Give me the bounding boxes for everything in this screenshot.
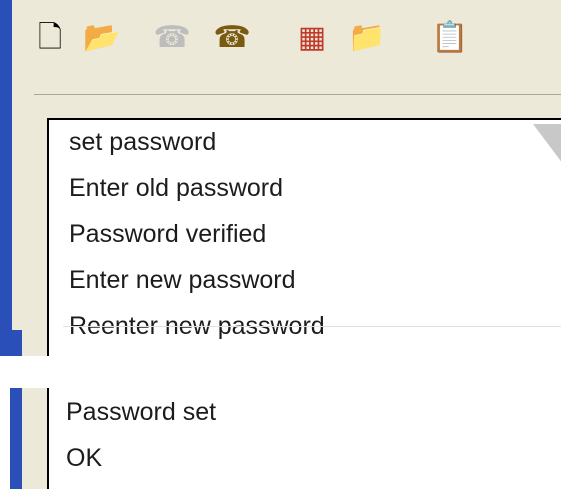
- window-left-edge: [0, 0, 12, 78]
- lower-list-border: [47, 388, 49, 489]
- lower-left-gray: [22, 388, 47, 489]
- list-separator: [63, 326, 561, 327]
- open-folder-icon[interactable]: 📂: [80, 16, 124, 60]
- properties-icon[interactable]: 📋: [428, 16, 472, 60]
- password-log-list[interactable]: set password Enter old password Password…: [47, 118, 561, 356]
- resize-corner: [533, 124, 561, 164]
- disabled-dial-icon: ☎: [153, 21, 191, 54]
- list-item: Password verified: [69, 220, 267, 248]
- new-document-icon[interactable]: 🗋: [28, 16, 72, 60]
- grid-document-icon[interactable]: ▦: [290, 16, 334, 60]
- lower-left-edge: [10, 388, 22, 489]
- phone-icon[interactable]: ☎: [210, 16, 254, 60]
- list-item: set password: [69, 128, 217, 156]
- list-item: Enter new password: [69, 266, 296, 294]
- list-item: Enter old password: [69, 174, 284, 202]
- left-edge-segment: [10, 330, 22, 356]
- frame-divider: [34, 94, 561, 95]
- left-edge-gray: [22, 330, 47, 356]
- list-item: OK: [66, 444, 103, 472]
- list-item: Password set: [66, 398, 217, 426]
- frame-left-edge: [0, 78, 12, 356]
- toolbar: 🗋 📂 ☎ ☎ ▦ 📁 📋: [0, 0, 561, 78]
- folder-up-icon[interactable]: 📁: [345, 16, 389, 60]
